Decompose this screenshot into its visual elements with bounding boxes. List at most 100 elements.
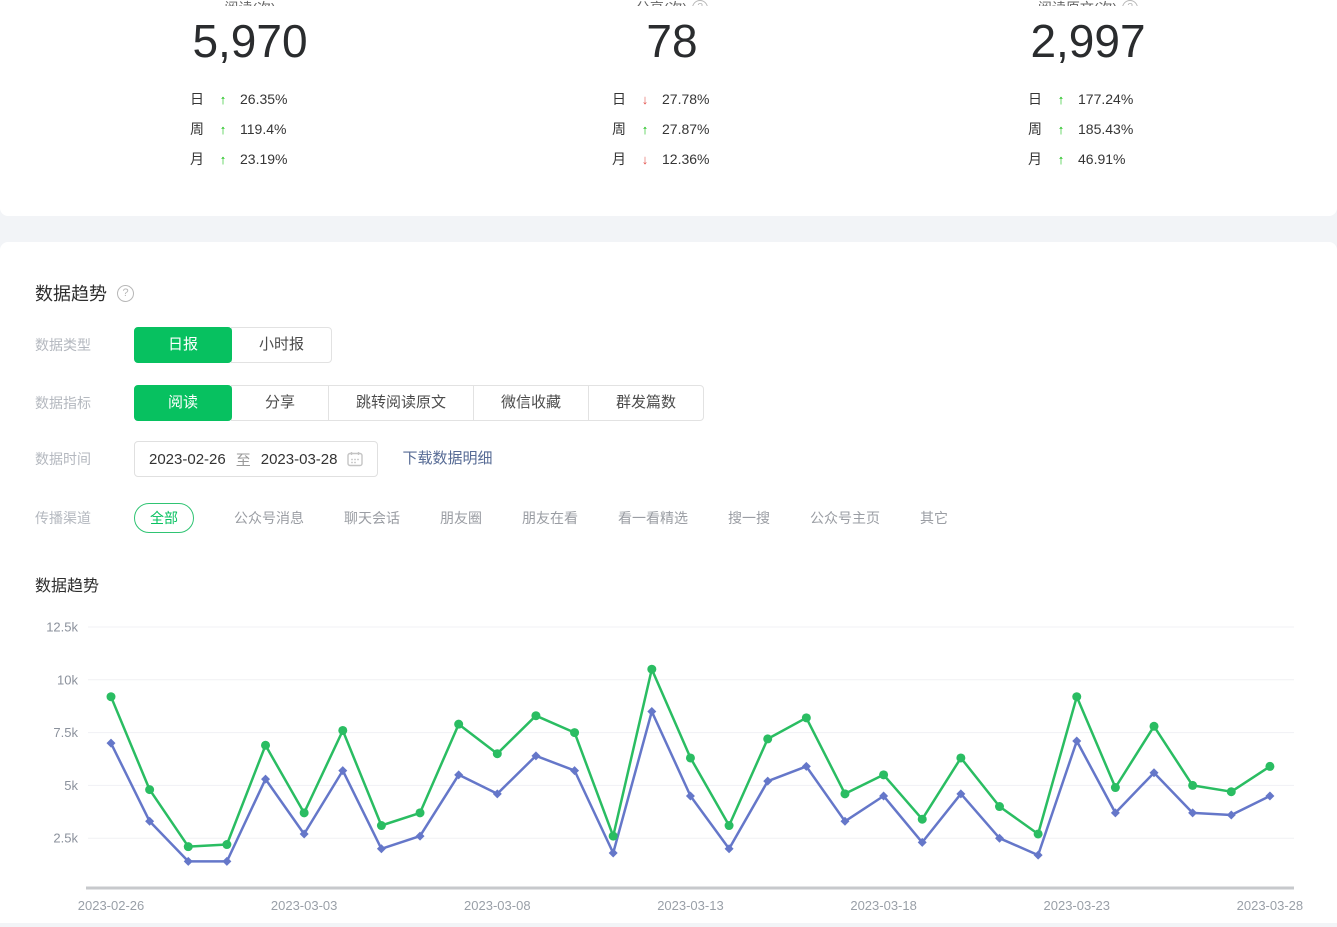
summary-value: 2,997 <box>1030 15 1146 67</box>
stat-row-day: 日 ↑ 26.35% <box>90 84 410 114</box>
stat-row-month: 月 ↑ 23.19% <box>90 144 410 174</box>
svg-text:2023-02-26: 2023-02-26 <box>78 898 145 913</box>
summary-col-origin-reads: 阅读原文(次) ? 2,997 日 ↑ 177.24% 周 ↑ 185.43% … <box>928 0 1248 174</box>
stat-row-month: 月 ↑ 46.91% <box>928 144 1248 174</box>
stat-value: 12.36% <box>662 151 710 167</box>
tab-daily-report[interactable]: 日报 <box>134 327 232 363</box>
section-title: 数据趋势 <box>35 284 107 304</box>
filter-label: 数据时间 <box>35 451 91 467</box>
filter-label: 传播渠道 <box>35 510 91 526</box>
stat-value: 185.43% <box>1078 121 1134 137</box>
filter-row-time: 数据时间 2023-02-26 至 2023-03-28 下载数据明细 <box>35 441 1327 477</box>
summary-value: 78 <box>646 15 698 67</box>
summary-title-clip: 阅读(次) <box>90 0 410 6</box>
stat-value: 26.35% <box>240 91 288 107</box>
stat-label: 月 <box>612 151 626 167</box>
tab-share[interactable]: 分享 <box>231 385 329 421</box>
section-header: 数据趋势 ? <box>35 280 134 306</box>
stat-value: 177.24% <box>1078 91 1134 107</box>
svg-text:2023-03-18: 2023-03-18 <box>850 898 917 913</box>
stat-value: 23.19% <box>240 151 288 167</box>
date-range-picker[interactable]: 2023-02-26 至 2023-03-28 <box>134 441 379 477</box>
channel-top-stories[interactable]: 看一看精选 <box>618 503 688 533</box>
data-type-button-group: 日报 小时报 <box>134 327 333 363</box>
filter-row-data-type: 数据类型 日报 小时报 <box>35 327 1327 363</box>
help-icon[interactable]: ? <box>117 284 134 302</box>
channel-official-account-message[interactable]: 公众号消息 <box>234 503 304 533</box>
svg-text:2.5k: 2.5k <box>53 831 78 846</box>
stat-row-month: 月 ↓ 12.36% <box>512 144 832 174</box>
up-arrow-icon: ↑ <box>1057 121 1065 137</box>
svg-text:10k: 10k <box>57 672 78 687</box>
metric-button-group: 阅读 分享 跳转阅读原文 微信收藏 群发篇数 <box>134 385 705 421</box>
channel-chat-session[interactable]: 聊天会话 <box>344 503 400 533</box>
trend-chart[interactable]: 2.5k 5k 7.5k 10k 12.5k 2023-02-26 2023-03-03 20… <box>0 600 1337 922</box>
svg-text:2023-03-23: 2023-03-23 <box>1044 898 1111 913</box>
up-arrow-icon: ↑ <box>1057 151 1065 167</box>
stat-value: 119.4% <box>240 121 287 137</box>
summary-col-reads: 阅读(次) 5,970 日 ↑ 26.35% 周 ↑ 119.4% 月 ↑ 23… <box>90 0 410 174</box>
channel-account-homepage[interactable]: 公众号主页 <box>810 503 880 533</box>
tab-mass-send-count[interactable]: 群发篇数 <box>588 385 705 421</box>
up-arrow-icon: ↑ <box>219 151 227 167</box>
summary-title: 阅读原文(次) <box>1038 0 1117 6</box>
help-icon[interactable]: ? <box>692 0 709 6</box>
stat-label: 周 <box>1028 121 1042 137</box>
summary-card-panel: 阅读(次) 5,970 日 ↑ 26.35% 周 ↑ 119.4% 月 ↑ 23… <box>0 0 1337 216</box>
stat-label: 日 <box>612 91 626 107</box>
date-separator: 至 <box>235 451 251 469</box>
tab-wechat-favorite[interactable]: 微信收藏 <box>473 385 590 421</box>
tab-jump-original[interactable]: 跳转阅读原文 <box>328 385 475 421</box>
date-start: 2023-02-26 <box>149 450 226 468</box>
stat-row-week: 周 ↑ 119.4% <box>90 114 410 144</box>
tab-read[interactable]: 阅读 <box>134 385 232 421</box>
download-data-link[interactable]: 下载数据明细 <box>402 441 492 477</box>
up-arrow-icon: ↑ <box>219 91 227 107</box>
up-arrow-icon: ↑ <box>219 121 227 137</box>
summary-title: 阅读(次) <box>224 0 275 6</box>
svg-text:2023-03-13: 2023-03-13 <box>657 898 724 913</box>
svg-text:2023-03-08: 2023-03-08 <box>464 898 531 913</box>
stat-label: 日 <box>1028 91 1042 107</box>
svg-text:2023-03-28: 2023-03-28 <box>1237 898 1304 913</box>
stat-label: 周 <box>190 121 204 137</box>
up-arrow-icon: ↑ <box>1057 91 1065 107</box>
up-arrow-icon: ↑ <box>641 121 649 137</box>
down-arrow-icon: ↓ <box>641 91 649 107</box>
help-icon[interactable]: ? <box>1122 0 1139 6</box>
stat-value: 27.87% <box>662 121 710 137</box>
svg-text:5k: 5k <box>64 778 78 793</box>
tab-hourly-report[interactable]: 小时报 <box>231 327 333 363</box>
chart-title: 数据趋势 <box>35 578 100 595</box>
summary-title-clip: 阅读原文(次) ? <box>928 0 1248 6</box>
svg-text:12.5k: 12.5k <box>46 620 78 635</box>
stat-label: 月 <box>1028 151 1042 167</box>
channel-list: 全部 公众号消息 聊天会话 朋友圈 朋友在看 看一看精选 搜一搜 公众号主页 其… <box>134 503 948 533</box>
summary-value: 5,970 <box>192 15 308 67</box>
filter-label: 数据类型 <box>35 337 91 353</box>
channel-other[interactable]: 其它 <box>920 503 948 533</box>
stat-value: 27.78% <box>662 91 710 107</box>
filter-row-channel: 传播渠道 全部 公众号消息 聊天会话 朋友圈 朋友在看 看一看精选 搜一搜 公众… <box>35 503 1327 533</box>
stat-label: 月 <box>190 151 204 167</box>
channel-all[interactable]: 全部 <box>134 503 194 533</box>
channel-friends-reading[interactable]: 朋友在看 <box>522 503 578 533</box>
svg-text:2023-03-03: 2023-03-03 <box>271 898 338 913</box>
stat-value: 46.91% <box>1078 151 1126 167</box>
date-end: 2023-03-28 <box>260 450 338 468</box>
stat-row-day: 日 ↑ 177.24% <box>928 84 1248 114</box>
trends-panel: 数据趋势 ? 数据类型 日报 小时报 数据指标 阅读 分享 跳转阅读原文 微信收… <box>0 242 1337 923</box>
channel-search[interactable]: 搜一搜 <box>728 503 770 533</box>
down-arrow-icon: ↓ <box>641 151 649 167</box>
stat-label: 周 <box>612 121 626 137</box>
filter-row-metric: 数据指标 阅读 分享 跳转阅读原文 微信收藏 群发篇数 <box>35 385 1327 421</box>
stat-row-week: 周 ↑ 185.43% <box>928 114 1248 144</box>
channel-moments[interactable]: 朋友圈 <box>440 503 482 533</box>
stat-label: 日 <box>190 91 204 107</box>
stat-row-day: 日 ↓ 27.78% <box>512 84 832 114</box>
svg-text:7.5k: 7.5k <box>53 725 78 740</box>
trend-chart-svg: 2.5k 5k 7.5k 10k 12.5k 2023-02-26 2023-03-03 20… <box>46 620 1304 914</box>
summary-title-clip: 分享(次) ? <box>512 0 832 6</box>
calendar-icon <box>347 451 364 467</box>
filter-label: 数据指标 <box>35 395 91 411</box>
